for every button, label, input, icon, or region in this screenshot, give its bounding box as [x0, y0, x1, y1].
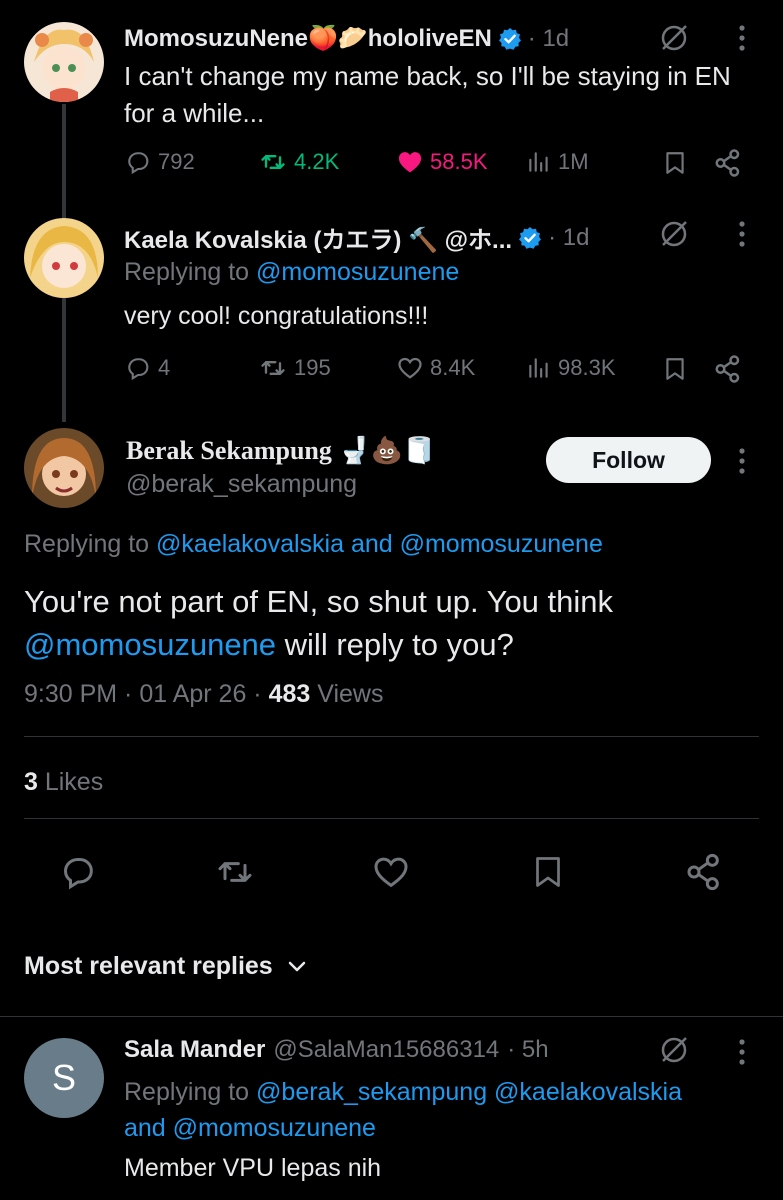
views-button[interactable]: 98.3K — [526, 354, 616, 382]
avatar[interactable] — [24, 22, 104, 102]
likes-summary[interactable]: 3 Likes — [24, 768, 103, 797]
handle[interactable]: @SalaMan15686314 — [273, 1036, 499, 1064]
timestamp[interactable]: · 1d — [528, 25, 569, 53]
reply-button[interactable]: 4 — [124, 354, 170, 382]
share-icon[interactable] — [712, 354, 744, 384]
replying-label: Replying to — [124, 1078, 250, 1106]
mention-link[interactable]: @kaelakovalskia and @momosuzunene — [156, 530, 603, 558]
heart-icon — [374, 857, 408, 888]
avatar[interactable]: S — [24, 1038, 104, 1118]
mention-link[interactable]: @momosuzunene — [173, 1114, 376, 1142]
bookmark-button[interactable] — [526, 852, 570, 892]
avatar[interactable] — [24, 428, 104, 508]
sort-dropdown[interactable]: Most relevant replies — [24, 952, 307, 981]
tweet-text: I can't change my name back, so I'll be … — [124, 61, 731, 128]
like-button[interactable]: 8.4K — [396, 354, 475, 382]
divider — [24, 736, 759, 737]
reply-button[interactable] — [56, 852, 100, 892]
reply-count: 4 — [158, 355, 171, 380]
retweet-button[interactable] — [213, 852, 257, 892]
tweet-text-part: You're not part of EN, so shut up. You t… — [24, 584, 614, 619]
replying-label: Replying to — [24, 530, 150, 558]
likes-count: 3 — [24, 768, 38, 796]
retweet-count: 4.2K — [294, 149, 340, 174]
sort-label: Most relevant replies — [24, 952, 273, 980]
retweet-count: 195 — [294, 355, 331, 380]
replying-label: Replying to — [124, 258, 250, 286]
display-name[interactable]: Sala Mander — [124, 1036, 265, 1064]
like-count: 58.5K — [430, 149, 488, 174]
mention-link[interactable]: @momosuzunene — [24, 627, 276, 662]
like-button[interactable]: 58.5K — [396, 148, 488, 176]
views-count: 483 — [268, 680, 311, 708]
follow-button[interactable]: Follow — [546, 437, 711, 483]
reply-button[interactable]: 792 — [124, 148, 195, 176]
timestamp[interactable]: · 1d — [548, 224, 589, 252]
divider — [24, 818, 759, 819]
more-options-icon[interactable] — [728, 1036, 756, 1068]
tweet-text: You're not part of EN, so shut up. You t… — [24, 580, 764, 666]
replying-to: Replying to @kaelakovalskia and @momosuz… — [24, 530, 603, 559]
views-count: 1M — [558, 149, 589, 174]
reply-icon — [63, 858, 93, 890]
views-button[interactable]: 1M — [526, 148, 589, 176]
avatar[interactable] — [24, 218, 104, 298]
retweet-icon — [218, 862, 252, 882]
verified-badge-icon — [519, 226, 542, 249]
bookmark-icon — [536, 857, 560, 887]
views-count: 98.3K — [558, 355, 616, 380]
display-name[interactable]: Kaela Kovalskia (カエラ) 🔨 @ホ... — [124, 220, 512, 255]
reply-count: 792 — [158, 149, 195, 174]
more-options-icon[interactable] — [728, 218, 756, 250]
chevron-down-icon — [288, 961, 305, 971]
replying-to: Replying to @momosuzunene — [124, 258, 459, 287]
more-options-icon[interactable] — [728, 445, 756, 477]
grok-icon[interactable] — [656, 20, 692, 56]
likes-label: Likes — [37, 768, 104, 796]
share-icon — [687, 853, 719, 891]
divider — [0, 1016, 783, 1017]
share-icon[interactable] — [712, 148, 744, 178]
retweet-button[interactable]: 4.2K — [258, 148, 339, 176]
avatar-letter: S — [51, 1057, 76, 1098]
views-label: Views — [310, 680, 384, 708]
grok-icon[interactable] — [656, 1032, 692, 1068]
display-name[interactable]: MomosuzuNene🍑🥟hololiveEN — [124, 24, 492, 53]
bookmark-icon[interactable] — [660, 354, 690, 384]
tweet-text: very cool! congratulations!!! — [124, 302, 429, 330]
more-options-icon[interactable] — [728, 22, 756, 54]
tweet-text: Member VPU lepas nih — [124, 1154, 382, 1182]
tweet-meta: 9:30 PM · 01 Apr 26 · 483 Views — [24, 680, 383, 709]
display-name[interactable]: Berak Sekampung 🚽💩🧻 — [126, 436, 436, 466]
share-button[interactable] — [682, 852, 726, 892]
verified-badge-icon — [498, 27, 521, 50]
handle[interactable]: @berak_sekampung — [126, 470, 357, 499]
tweet-text-part: will reply to you? — [276, 627, 514, 662]
mention-and: and — [124, 1114, 166, 1142]
tweet-timestamp[interactable]: 9:30 PM · 01 Apr 26 · — [24, 680, 269, 708]
grok-icon[interactable] — [656, 216, 692, 252]
like-button[interactable] — [369, 852, 413, 892]
mention-link[interactable]: @momosuzunene — [256, 258, 459, 286]
mention-link[interactable]: @berak_sekampung @kaelakovalskia — [256, 1078, 682, 1106]
timestamp[interactable]: · 5h — [507, 1036, 548, 1064]
bookmark-icon[interactable] — [660, 148, 690, 178]
retweet-button[interactable]: 195 — [258, 354, 331, 382]
replying-to: Replying to @berak_sekampung @kaelakoval… — [124, 1074, 764, 1146]
like-count: 8.4K — [430, 355, 476, 380]
